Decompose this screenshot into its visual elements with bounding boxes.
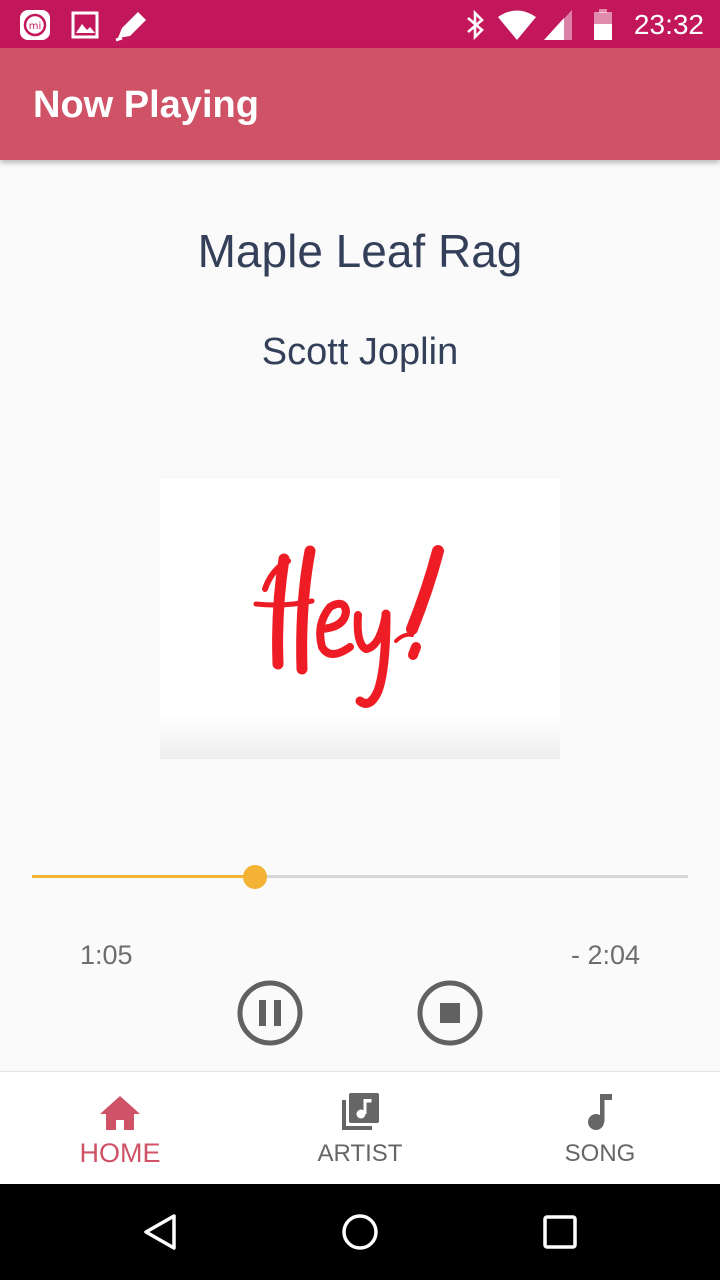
page-title: Now Playing — [33, 84, 259, 126]
hey-lettering-image — [253, 545, 444, 708]
edit-icon — [115, 12, 146, 42]
image-icon — [71, 11, 99, 39]
status-time: 23:32 — [633, 9, 704, 40]
system-navigation-bar — [0, 1184, 720, 1280]
artist-name: Scott Joplin — [261, 331, 459, 373]
seek-thumb[interactable] — [243, 865, 267, 889]
pause-button[interactable] — [236, 979, 304, 1047]
seek-bar[interactable] — [32, 862, 688, 892]
bottom-navigation: HOME ARTIST SONG — [0, 1071, 720, 1184]
nav-song[interactable]: SONG — [480, 1072, 720, 1184]
home-circle-icon[interactable] — [340, 1212, 380, 1252]
battery-icon — [594, 9, 612, 40]
signal-icon — [544, 10, 572, 40]
pause-circle-icon — [237, 980, 303, 1046]
music-note-icon — [588, 1094, 612, 1130]
back-icon[interactable] — [140, 1212, 180, 1252]
app-bar: Now Playing — [0, 48, 720, 160]
nav-home[interactable]: HOME — [0, 1072, 240, 1184]
seek-progress — [32, 875, 255, 878]
status-bar: mi 23:32 — [0, 0, 720, 48]
home-icon — [100, 1096, 140, 1130]
wifi-icon — [498, 10, 536, 40]
mi-app-icon: mi — [20, 10, 50, 40]
song-title: Maple Leaf Rag — [197, 225, 523, 277]
svg-text:mi: mi — [29, 21, 42, 32]
nav-artist[interactable]: ARTIST — [240, 1072, 480, 1184]
library-music-icon — [342, 1093, 379, 1130]
recents-icon[interactable] — [540, 1212, 580, 1252]
elapsed-time: 1:05 — [80, 940, 133, 970]
nav-home-label: HOME — [79, 1138, 161, 1168]
nav-artist-label: ARTIST — [317, 1140, 403, 1167]
bluetooth-icon — [467, 9, 484, 41]
nav-song-label: SONG — [564, 1140, 636, 1167]
stop-circle-icon — [417, 980, 483, 1046]
album-art — [160, 479, 560, 759]
remaining-time: - 2:04 — [570, 940, 640, 970]
stop-button[interactable] — [416, 979, 484, 1047]
